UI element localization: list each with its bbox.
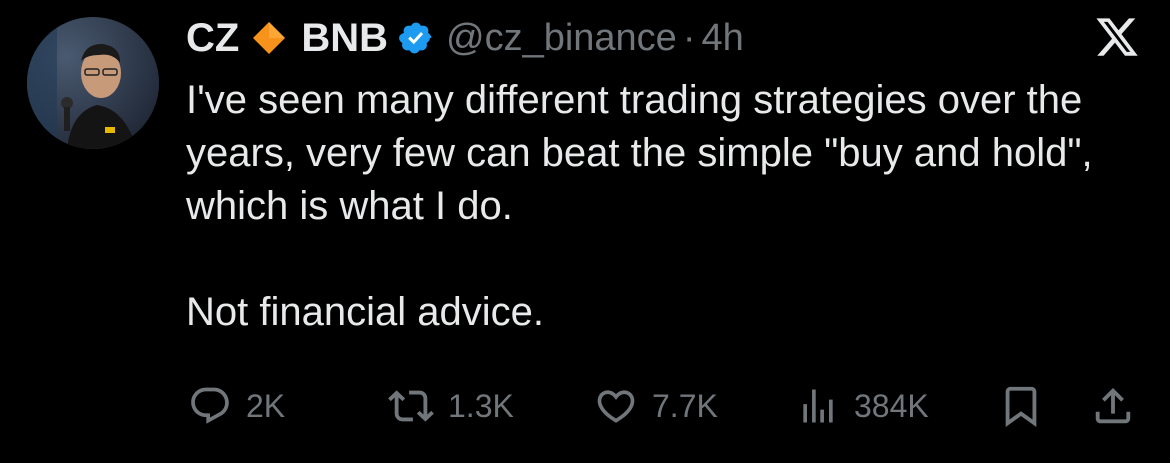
repost-icon xyxy=(388,383,434,429)
bookmark-button[interactable] xyxy=(998,380,1044,432)
tweet-paragraph-2: Not financial advice. xyxy=(186,290,544,334)
heart-icon xyxy=(594,384,638,428)
repost-button[interactable]: 1.3K xyxy=(388,380,514,432)
analytics-icon xyxy=(796,384,840,428)
tweet-header: CZ BNB @cz_binance · 4h xyxy=(186,12,744,64)
share-icon xyxy=(1090,383,1136,429)
tweet-paragraph-1: I've seen many different trading strateg… xyxy=(186,78,1093,228)
views-button[interactable]: 384K xyxy=(796,380,929,432)
x-logo-icon xyxy=(1094,14,1140,60)
repost-count: 1.3K xyxy=(448,387,514,424)
tweet-text: I've seen many different trading strateg… xyxy=(186,74,1146,339)
orange-diamond-icon xyxy=(251,20,287,56)
reply-count: 2K xyxy=(246,387,286,424)
reply-button[interactable]: 2K xyxy=(188,380,285,432)
bookmark-icon xyxy=(998,383,1044,429)
action-bar: 2K 1.3K 7.7K 384K xyxy=(0,380,1170,432)
reply-icon xyxy=(188,384,232,428)
author-name-first[interactable]: CZ xyxy=(186,16,239,61)
author-handle[interactable]: @cz_binance xyxy=(446,17,677,60)
like-button[interactable]: 7.7K xyxy=(594,380,718,432)
like-count: 7.7K xyxy=(652,387,718,424)
verified-badge-icon xyxy=(398,20,434,56)
views-count: 384K xyxy=(854,387,929,424)
timestamp[interactable]: 4h xyxy=(701,17,743,60)
avatar[interactable] xyxy=(27,17,159,149)
share-button[interactable] xyxy=(1090,380,1136,432)
separator-dot: · xyxy=(682,16,696,59)
author-name-second[interactable]: BNB xyxy=(301,16,388,61)
